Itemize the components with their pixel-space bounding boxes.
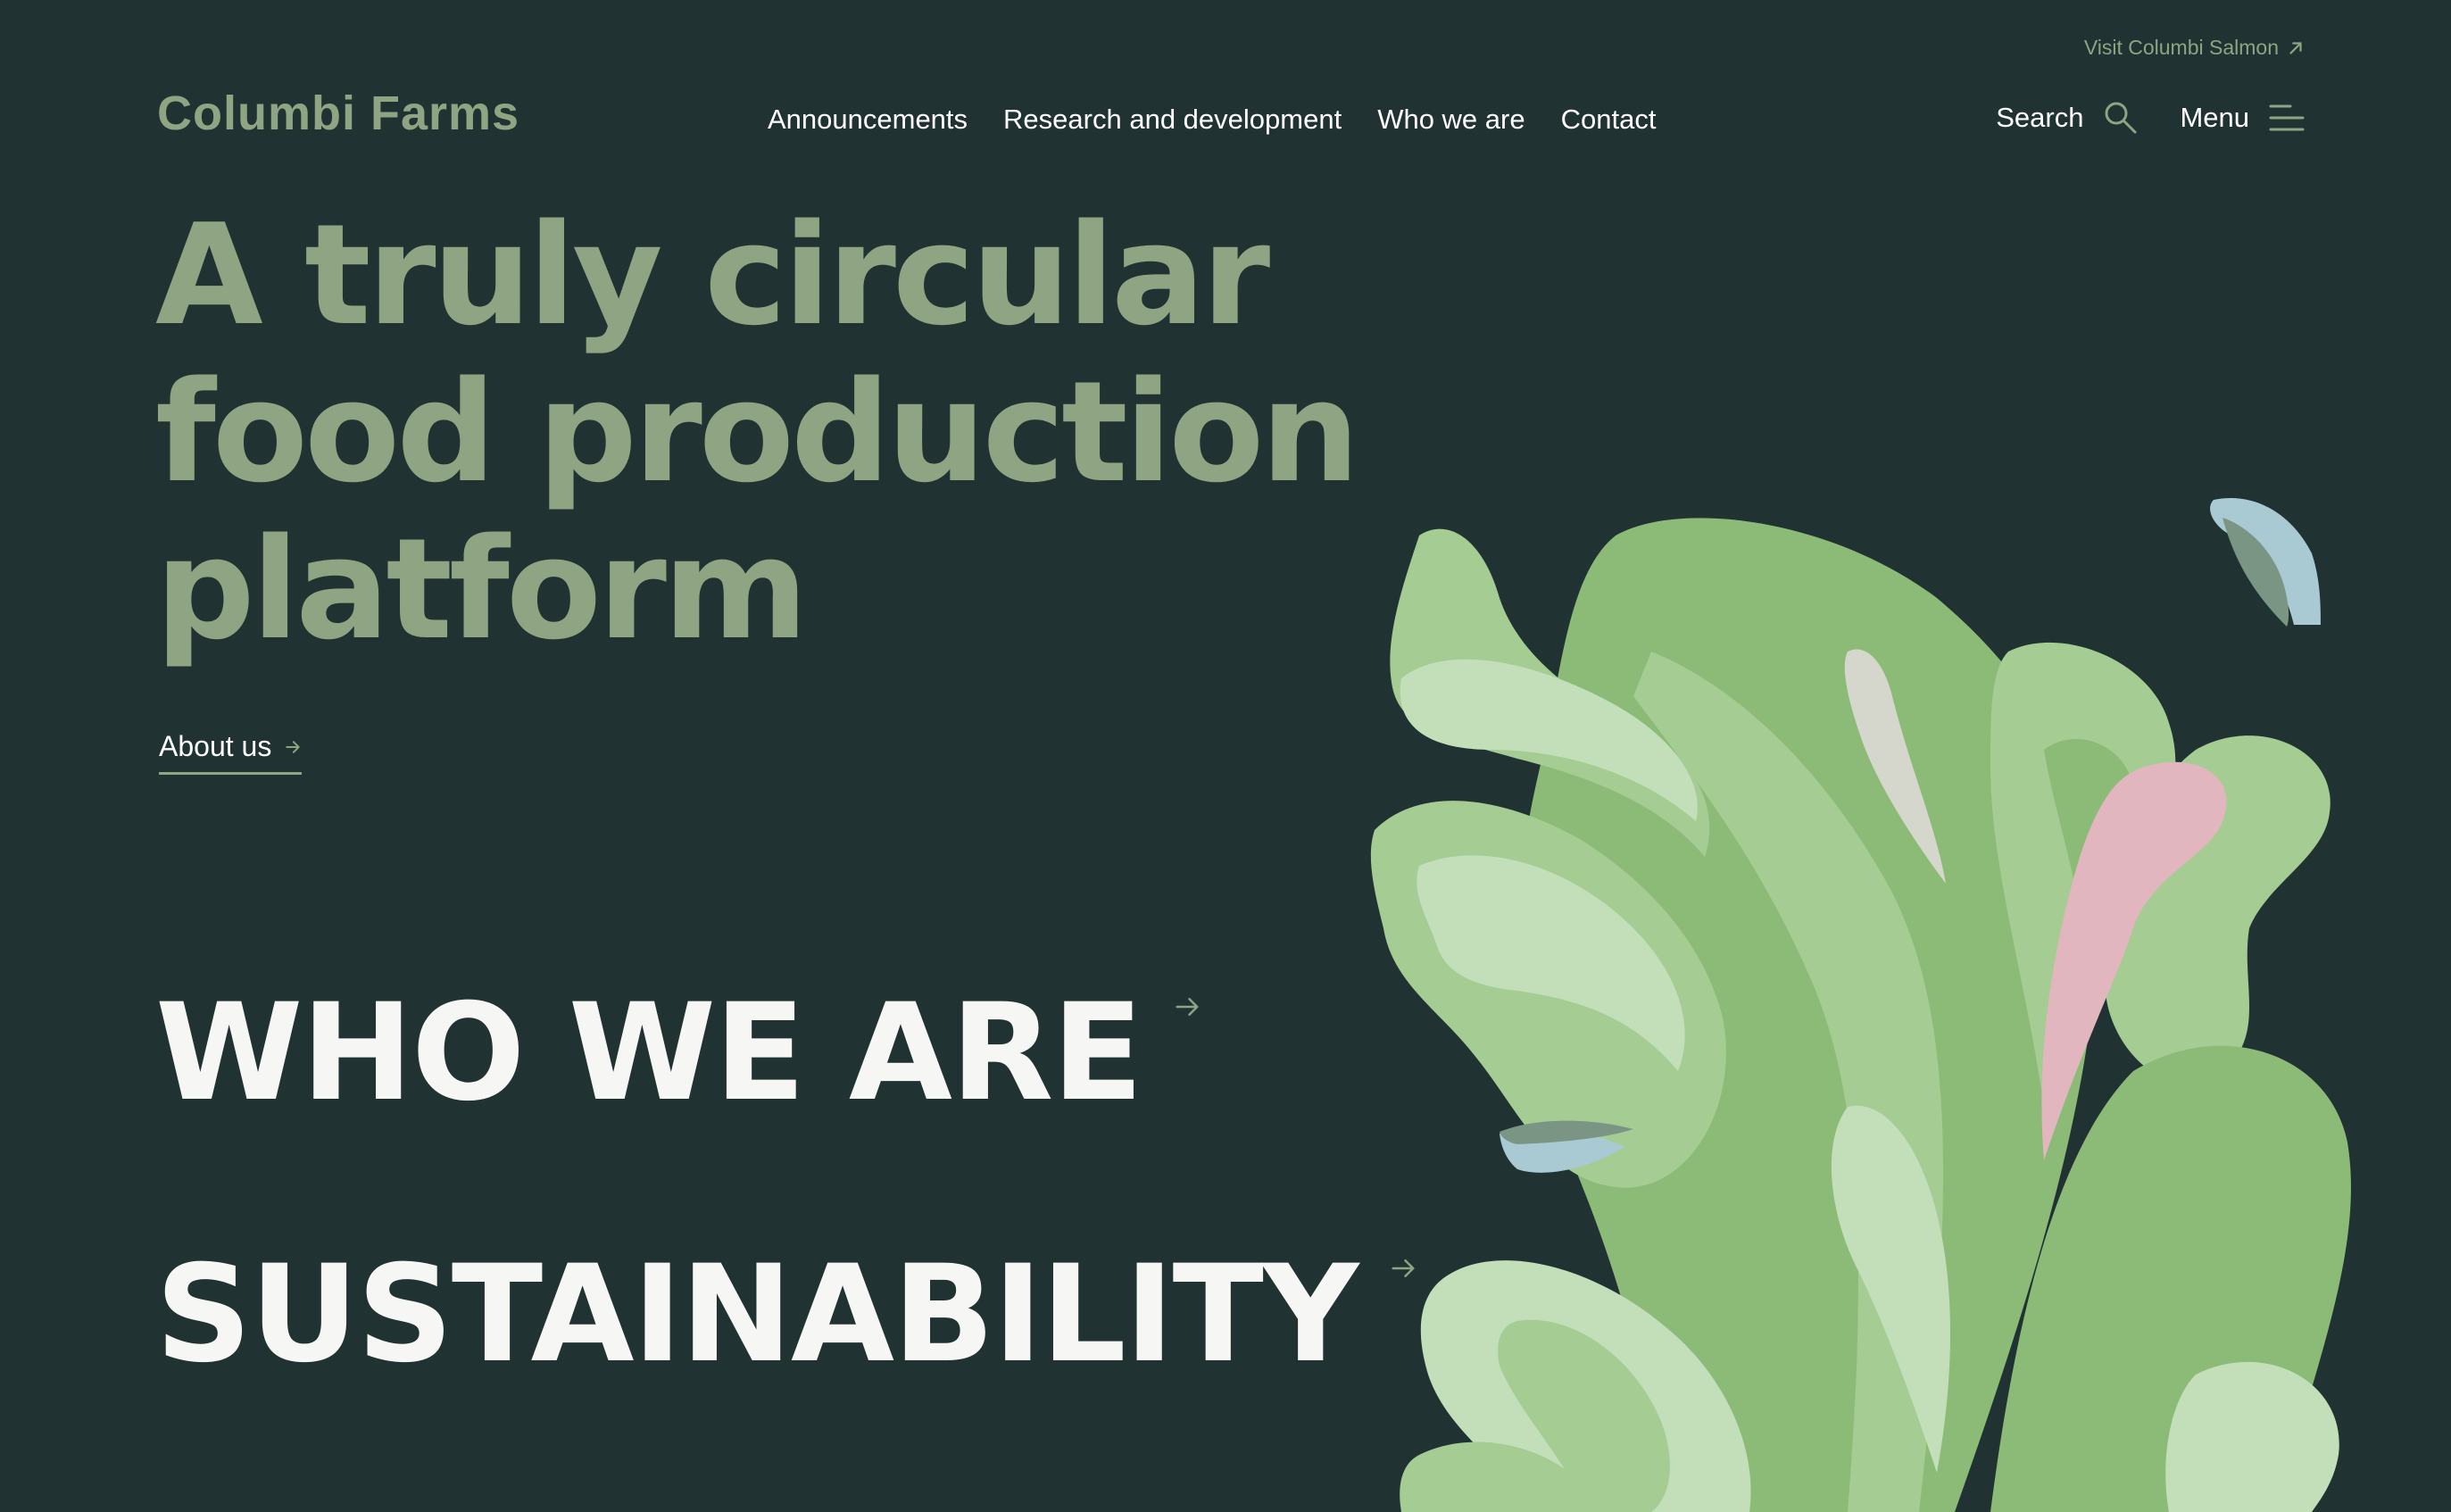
main-nav: Announcements Research and development W… bbox=[768, 104, 1656, 136]
plant-illustration bbox=[1370, 498, 2351, 1512]
nav-who-we-are[interactable]: Who we are bbox=[1377, 104, 1525, 136]
nav-contact[interactable]: Contact bbox=[1561, 104, 1657, 136]
menu-label: Menu bbox=[2180, 102, 2249, 133]
about-us-link[interactable]: About us bbox=[159, 730, 303, 775]
sustainability-section-link[interactable]: SUSTAINABILITY bbox=[155, 1248, 1417, 1382]
logo[interactable]: Columbi Farms bbox=[157, 86, 519, 141]
leaf-right-bottom-light bbox=[2165, 1361, 2339, 1512]
search-icon bbox=[2105, 102, 2137, 134]
who-we-are-heading: WHO WE ARE bbox=[155, 976, 1143, 1131]
search-label: Search bbox=[1996, 102, 2084, 133]
nav-research-and-development[interactable]: Research and development bbox=[1003, 104, 1342, 136]
about-us-label: About us bbox=[159, 730, 272, 762]
visit-columbi-salmon-link[interactable]: Visit Columbi Salmon bbox=[2084, 36, 2306, 60]
header-utilities: Search Menu bbox=[1996, 100, 2305, 136]
hamburger-icon bbox=[2269, 104, 2305, 131]
sustainability-heading: SUSTAINABILITY bbox=[155, 1237, 1359, 1392]
menu-button[interactable]: Menu bbox=[2180, 102, 2305, 134]
external-arrow-icon bbox=[2289, 41, 2302, 54]
hero-title: A truly circular food production platfor… bbox=[155, 194, 1359, 670]
arrow-right-icon bbox=[286, 740, 300, 753]
nav-announcements[interactable]: Announcements bbox=[768, 104, 968, 136]
visit-link-label: Visit Columbi Salmon bbox=[2083, 36, 2279, 59]
page: Visit Columbi Salmon Columbi Farms Annou… bbox=[0, 0, 2451, 1512]
who-we-are-section-link[interactable]: WHO WE ARE bbox=[155, 986, 1201, 1120]
arrow-right-icon bbox=[1176, 998, 1199, 1016]
search-button[interactable]: Search bbox=[1996, 100, 2139, 136]
